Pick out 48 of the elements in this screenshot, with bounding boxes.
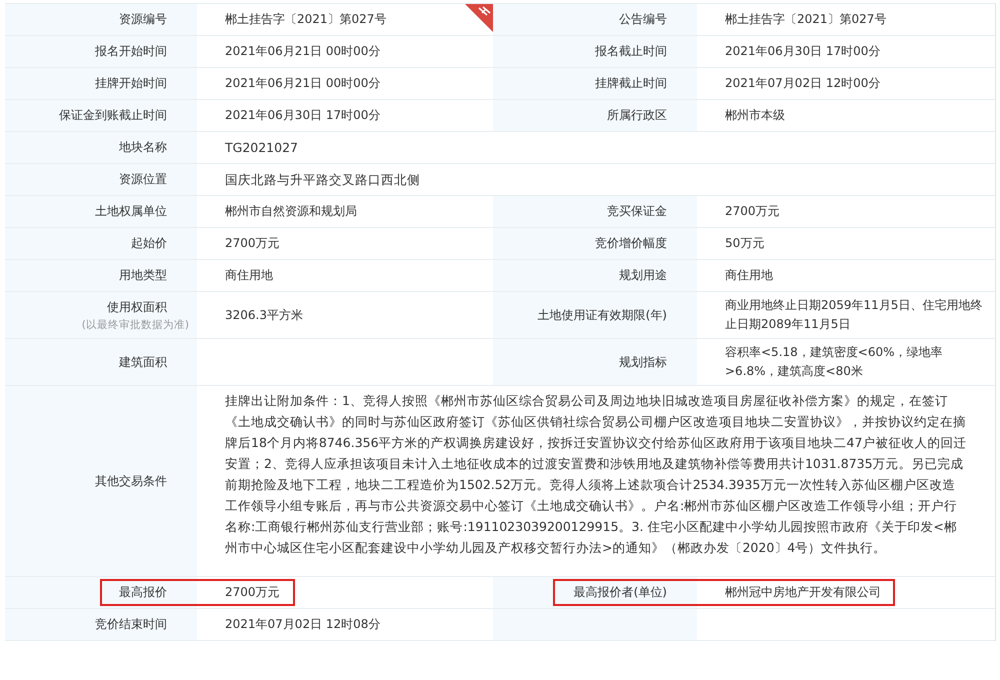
field-label: 报名截止时间	[595, 43, 667, 60]
field-value: 3206.3平方米	[225, 306, 303, 324]
field-value: 2021年06月21日 00时00分	[225, 75, 380, 92]
field-value: 容积率<5.18，建筑密度<60%，绿地率>6.8%，建筑高度<80米	[725, 344, 944, 380]
field-label: 资源位置	[119, 171, 167, 188]
field-label: 其他交易条件	[95, 472, 167, 490]
field-value: 50万元	[725, 235, 764, 252]
field-label: 规划指标	[619, 354, 667, 370]
field-value: 2021年07月02日 12时00分	[725, 75, 880, 92]
field-label: 保证金到账截止时间	[59, 107, 167, 124]
field-label: 资源编号	[119, 11, 167, 28]
field-label: 最高报价	[119, 584, 167, 601]
field-value: 郴州市自然资源和规划局	[225, 203, 357, 220]
field-value: 商住用地	[725, 267, 773, 284]
field-label: 土地权属单位	[95, 203, 167, 220]
field-label: 所属行政区	[607, 107, 667, 124]
field-label: 地块名称	[119, 139, 167, 156]
field-label: 报名开始时间	[95, 43, 167, 60]
field-label: 竞价增价幅度	[595, 235, 667, 252]
field-label: 竞买保证金	[607, 203, 667, 220]
field-value: 挂牌出让附加条件：1、竞得人按照《郴州市苏仙区综合贸易公司及周边地块旧城改造项目房屋征收补偿方案》的规定，在签订《土地成交确认书》的同时与苏仙区政府签订《苏仙区供销社综合贸易公司棚户区改造项目地块二安置协议》，并按协议约定在摘牌后18个月内将8746.356平方米的产权调换房建设好，按拆迁安置协议交付给苏仙区政府用于该项目地块二47户被征收人的回迁安置；2、竞得人应承担该项目未计入土地征收成本的过渡安置费和涉铁用地及建筑物补偿等费用共计1031.8735万元。另已完成前期抢险及地下工程，地块二工程造价为1502.52万元。竞得人须将上述款项合计2534.3935万元一次性转入苏仙区棚户区改造工作领导小组专账后，再与市公共资源交易中心签订《土地成交确认书》。户名:郴州市苏仙区棚户区改造工作领导小组；开户行名称:工商银行郴州苏仙支行营业部；账号:1911023039200129915。3. 住宅小区配建中小学幼儿园按照市政府《关于印发<郴州市中心城区住宅小区配套建设中小学幼儿园及产权移交暂行办法>的通知》（郴政办发〔2020〕4号）文件执行。	[225, 392, 968, 557]
field-value: 2700万元	[225, 584, 280, 601]
field-label: 起始价	[131, 235, 167, 252]
field-value: 郴州冠中房地产开发有限公司	[725, 584, 881, 601]
field-value: 郴州市本级	[725, 107, 785, 124]
field-value: 2021年06月30日 17时00分	[725, 43, 880, 60]
field-label: 使用权面积	[107, 298, 167, 316]
field-value: 2021年06月30日 17时00分	[225, 107, 380, 124]
field-value: 郴土挂告字〔2021〕第027号	[225, 11, 386, 28]
field-value: 商住用地	[225, 267, 273, 284]
field-value: 郴土挂告字〔2021〕第027号	[725, 11, 886, 28]
field-label: 公告编号	[619, 11, 667, 28]
field-value: 2021年07月02日 12时08分	[225, 616, 380, 633]
field-label: 挂牌开始时间	[95, 75, 167, 92]
label-note: (以最终审批数据为准)	[82, 318, 189, 332]
field-label: 竞价结束时间	[95, 616, 167, 633]
field-label: 规划用途	[619, 267, 667, 284]
field-value: TG2021027	[225, 139, 299, 157]
field-label: 用地类型	[119, 267, 167, 284]
field-label: 最高报价者(单位)	[574, 584, 667, 601]
field-label: 建筑面积	[119, 354, 167, 370]
field-value: 2700万元	[725, 203, 780, 220]
field-value: 商业用地终止日期2059年11月5日、住宅用地终止日期2089年11月5日	[725, 297, 984, 333]
field-value: 国庆北路与升平路交叉路口西北侧	[225, 171, 421, 189]
field-label: 土地使用证有效期限(年)	[538, 306, 667, 324]
field-label: 挂牌截止时间	[595, 75, 667, 92]
field-value: 2021年06月21日 00时00分	[225, 43, 380, 60]
field-value: 2700万元	[225, 235, 280, 252]
